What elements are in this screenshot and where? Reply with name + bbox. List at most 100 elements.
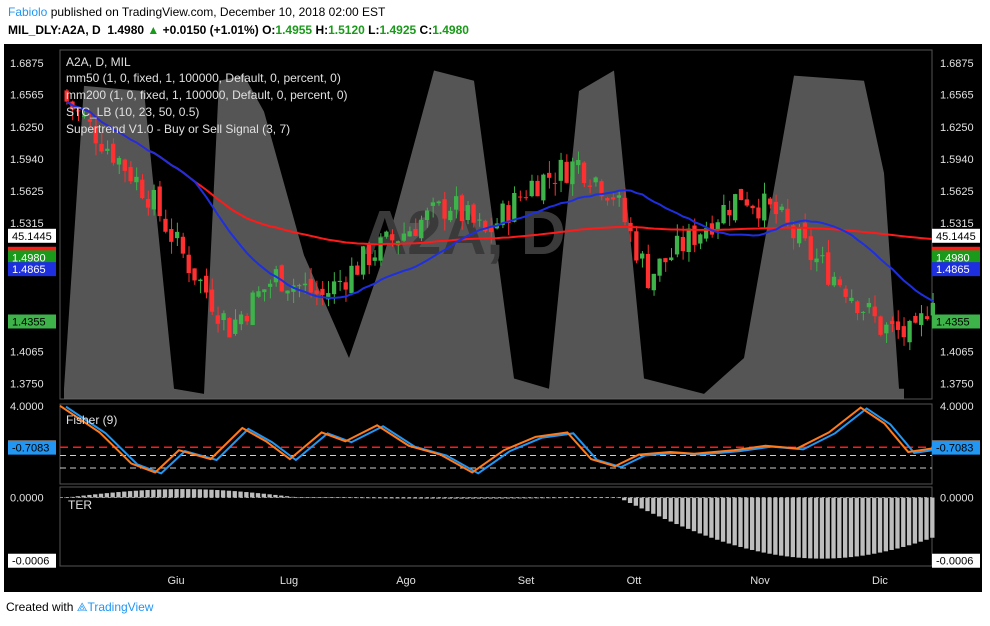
price-badge-label: 1.4865	[936, 264, 970, 276]
price-tick-right: 1.5625	[940, 186, 974, 198]
ter-bar	[930, 497, 935, 538]
ter-bar	[651, 497, 656, 514]
ter-tick-right: 0.0000	[940, 493, 974, 505]
candle-body	[134, 176, 139, 183]
price-tick-left: 1.5315	[10, 218, 44, 230]
ter-bar	[465, 497, 470, 499]
price-badge-label: 1.4865	[12, 264, 46, 276]
candle-body	[198, 279, 203, 282]
ter-bar	[866, 497, 871, 555]
low-value: 1.4925	[379, 23, 417, 37]
price-tick-right: 1.3750	[940, 379, 974, 391]
legend-fisher[interactable]: Fisher (9)	[66, 413, 117, 427]
price-tick-left: 1.4065	[10, 346, 44, 358]
chart-svg[interactable]: A2A, D 1.6875 1.68751.6565 1.65651.6250 1.6…	[4, 44, 982, 592]
candle-body	[663, 258, 668, 263]
pane-border	[59, 486, 933, 567]
ter-bar	[104, 493, 110, 498]
symbol-label: MIL_DLY:A2A, D	[8, 23, 101, 37]
price-tick-right: 1.5940	[940, 154, 974, 166]
candle-body	[111, 143, 116, 163]
ter-bar	[436, 497, 441, 499]
ter-bar	[412, 497, 418, 499]
ter-bar	[709, 497, 714, 538]
legend-mm200[interactable]: mm200 (1, 0, fixed, 1, 100000, Default, …	[66, 88, 348, 102]
candle-body	[866, 302, 872, 308]
ter-bar	[343, 497, 348, 499]
ter-bar	[453, 497, 458, 499]
fisher-signal-line	[65, 405, 939, 475]
ter-bar	[825, 497, 830, 559]
fisher-tick-left: 4.0000	[10, 401, 44, 413]
ter-bar	[744, 497, 749, 549]
candle-body	[645, 253, 651, 289]
ter-bar	[912, 497, 918, 544]
published-text: published on TradingView.com, December 1…	[50, 5, 386, 19]
candle-body	[727, 209, 732, 216]
ter-bar	[569, 497, 575, 499]
candle-body	[442, 199, 447, 219]
tradingview-logo-icon[interactable]: ⟁	[77, 600, 88, 614]
candle-body	[651, 273, 656, 291]
price-tick-left: 1.3750	[10, 379, 44, 391]
candle-body	[215, 315, 220, 324]
candle-body	[640, 253, 645, 259]
legend-ter[interactable]: TER	[68, 498, 92, 512]
ter-bar	[290, 496, 296, 498]
ter-bar	[261, 493, 266, 498]
ter-bar	[168, 489, 173, 498]
candle-body	[401, 233, 406, 241]
candle-body	[785, 208, 790, 223]
ter-bar	[848, 497, 854, 558]
ter-bar	[226, 490, 232, 498]
candle-body	[849, 297, 854, 301]
legend-supertrend[interactable]: Supertrend V1.0 - Buy or Sell Signal (3,…	[66, 122, 290, 136]
candle-body	[360, 246, 366, 275]
candle-body	[773, 201, 779, 215]
price-tick-right: 1.5315	[940, 218, 974, 230]
chart-area[interactable]: A2A, D 1.6875 1.6875 1.6565 1.6565 1.6250 1.6…	[4, 44, 982, 592]
candle-body	[901, 326, 906, 338]
tradingview-brand[interactable]: TradingView	[87, 600, 153, 614]
ter-bar	[395, 497, 400, 499]
candle-body	[250, 292, 255, 326]
fisher-line	[59, 404, 933, 474]
ter-bar	[854, 497, 859, 557]
created-with-text: Created with	[6, 600, 74, 614]
candle-body	[151, 189, 157, 210]
legend-title[interactable]: A2A, D, MIL	[66, 55, 131, 69]
ter-bar	[430, 497, 435, 499]
ter-bar	[627, 497, 633, 504]
pane-border	[59, 403, 933, 485]
ter-bar	[749, 497, 755, 550]
candle-body	[907, 320, 912, 343]
candle-body	[366, 244, 372, 266]
legend-stc[interactable]: STC_LB (10, 23, 50, 0.5)	[66, 105, 199, 119]
candle-body	[192, 268, 197, 281]
candle-body	[337, 280, 343, 282]
author-link[interactable]: Fabiolo	[8, 5, 47, 19]
candle-body	[256, 291, 261, 297]
ter-bar	[418, 497, 423, 499]
ter-bar	[250, 492, 255, 498]
candle-body	[105, 148, 110, 151]
ter-bar	[668, 497, 673, 522]
candle-body	[459, 195, 465, 222]
candle-body	[390, 234, 395, 241]
candle-body	[430, 202, 436, 206]
ter-bar	[779, 497, 784, 556]
candle-body	[552, 182, 558, 184]
ter-bar	[511, 497, 516, 499]
ter-bar	[924, 497, 929, 540]
legend-mm50[interactable]: mm50 (1, 0, fixed, 1, 100000, Default, 0…	[66, 71, 341, 85]
ter-bar	[151, 489, 156, 498]
candle-body	[297, 285, 302, 287]
candle-body	[204, 275, 209, 293]
candle-body	[169, 229, 174, 242]
ter-bar	[755, 497, 761, 552]
ter-bar	[593, 497, 598, 499]
candle-body	[448, 210, 453, 221]
ter-bar	[186, 489, 191, 498]
price-tick-left: 1.5940	[10, 154, 44, 166]
candle-body	[424, 210, 430, 221]
